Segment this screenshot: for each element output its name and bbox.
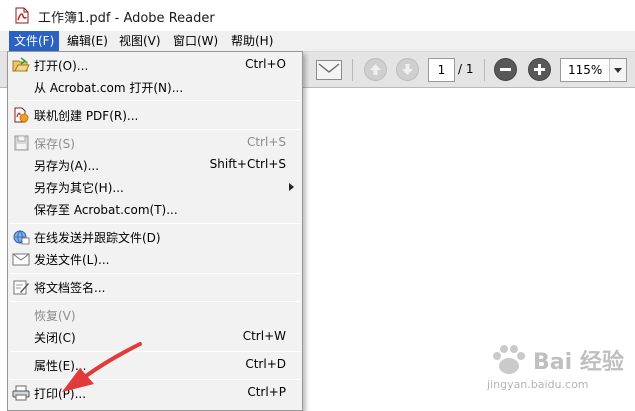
menu-item-label: 保存(S) [34, 137, 75, 151]
paw-logo-icon [493, 345, 525, 374]
toolbar-separator [352, 59, 353, 81]
menu-item-label: 恢复(V) [34, 309, 76, 323]
zoom-out-button[interactable] [494, 58, 517, 81]
menu-item-close[interactable]: 关闭(C) Ctrl+W [8, 326, 302, 348]
zoom-in-button[interactable] [528, 58, 551, 81]
menu-item-send-and-track[interactable]: 在线发送并跟踪文件(D) [8, 226, 302, 248]
printer-icon [12, 385, 30, 401]
send-track-icon [13, 230, 30, 245]
menu-item-label: 在线发送并跟踪文件(D) [34, 231, 161, 245]
page-number-input[interactable]: 1 [428, 58, 455, 82]
watermark: Bai 经验 jingyan.baidu.com [485, 340, 625, 400]
menu-separator [10, 129, 300, 130]
menu-item-save-to-acrobat[interactable]: 保存至 Acrobat.com(T)... [8, 198, 302, 220]
menu-separator [10, 223, 300, 224]
chevron-down-icon[interactable] [609, 59, 626, 81]
menu-item-shortcut: Shift+Ctrl+S [209, 157, 286, 171]
zoom-select[interactable]: 115% [560, 58, 627, 82]
arrow-down-icon [402, 64, 413, 75]
menu-view[interactable]: 视图(V) [114, 31, 166, 52]
pdf-file-icon [15, 7, 29, 24]
save-disk-icon [14, 135, 29, 151]
menu-item-label: 属性(E)... [34, 359, 87, 373]
menu-item-sign-document[interactable]: 将文档签名... [8, 276, 302, 298]
open-folder-icon [12, 57, 30, 72]
menu-separator [10, 273, 300, 274]
menu-separator [10, 351, 300, 352]
plus-icon [534, 64, 545, 75]
menu-item-label: 从 Acrobat.com 打开(N)... [34, 81, 184, 95]
next-page-button[interactable] [396, 58, 419, 81]
menu-item-open[interactable]: 打开(O)... Ctrl+O [8, 54, 302, 76]
menu-item-properties[interactable]: 属性(E)... Ctrl+D [8, 354, 302, 376]
menu-item-revert[interactable]: 恢复(V) [8, 304, 302, 326]
toolbar-separator [484, 59, 485, 81]
menu-file[interactable]: 文件(F) [9, 31, 60, 52]
menu-item-label: 发送文件(L)... [34, 253, 110, 267]
envelope-icon [318, 63, 340, 73]
menu-help[interactable]: 帮助(H) [226, 31, 278, 52]
menu-item-label: 联机创建 PDF(R)... [34, 109, 139, 123]
menu-item-label: 将文档签名... [34, 281, 106, 295]
title-bar: 工作簿1.pdf - Adobe Reader [0, 0, 635, 31]
menu-item-shortcut: Ctrl+W [242, 329, 286, 343]
watermark-url: jingyan.baidu.com [487, 378, 589, 391]
file-menu-dropdown: 打开(O)... Ctrl+O 从 Acrobat.com 打开(N)... 联… [7, 51, 303, 411]
menu-item-shortcut: Ctrl+O [245, 57, 286, 71]
menu-item-print[interactable]: 打印(P)... Ctrl+P [8, 382, 302, 404]
menu-item-send-file[interactable]: 发送文件(L)... [8, 248, 302, 270]
minus-icon [500, 68, 511, 71]
watermark-brand: Bai 经验 [533, 350, 624, 375]
menu-item-label: 关闭(C) [34, 331, 76, 345]
menu-separator [10, 379, 300, 380]
menu-window[interactable]: 窗口(W) [168, 31, 223, 52]
menu-item-open-from-acrobat[interactable]: 从 Acrobat.com 打开(N)... [8, 76, 302, 98]
menu-separator [10, 301, 300, 302]
previous-page-button[interactable] [364, 58, 387, 81]
page-total: / 1 [458, 62, 474, 76]
menu-item-label: 保存至 Acrobat.com(T)... [34, 203, 178, 217]
menu-item-save-as-other[interactable]: 另存为其它(H)... [8, 176, 302, 198]
menu-bar: 文件(F) 编辑(E) 视图(V) 窗口(W) 帮助(H) [0, 31, 635, 52]
menu-edit[interactable]: 编辑(E) [62, 31, 113, 52]
email-toolbar-button[interactable] [316, 60, 342, 80]
menu-separator [10, 100, 300, 101]
arrow-up-icon [370, 64, 381, 75]
menu-item-label: 打开(O)... [34, 59, 89, 73]
menu-item-create-pdf-online[interactable]: 联机创建 PDF(R)... [8, 104, 302, 126]
sign-document-icon [13, 280, 29, 295]
menu-item-shortcut: Ctrl+S [246, 135, 286, 149]
menu-item-save[interactable]: 保存(S) Ctrl+S [8, 132, 302, 154]
zoom-value: 115% [568, 63, 603, 77]
menu-item-label: 另存为其它(H)... [34, 181, 124, 195]
submenu-arrow-icon [289, 183, 294, 191]
window-title: 工作簿1.pdf - Adobe Reader [38, 11, 215, 26]
envelope-icon [12, 253, 30, 266]
create-pdf-icon [14, 107, 29, 123]
menu-item-shortcut: Ctrl+P [247, 385, 286, 399]
menu-item-shortcut: Ctrl+D [245, 357, 286, 371]
menu-item-label: 另存为(A)... [34, 159, 100, 173]
menu-item-label: 打印(P)... [34, 387, 87, 401]
menu-item-save-as[interactable]: 另存为(A)... Shift+Ctrl+S [8, 154, 302, 176]
